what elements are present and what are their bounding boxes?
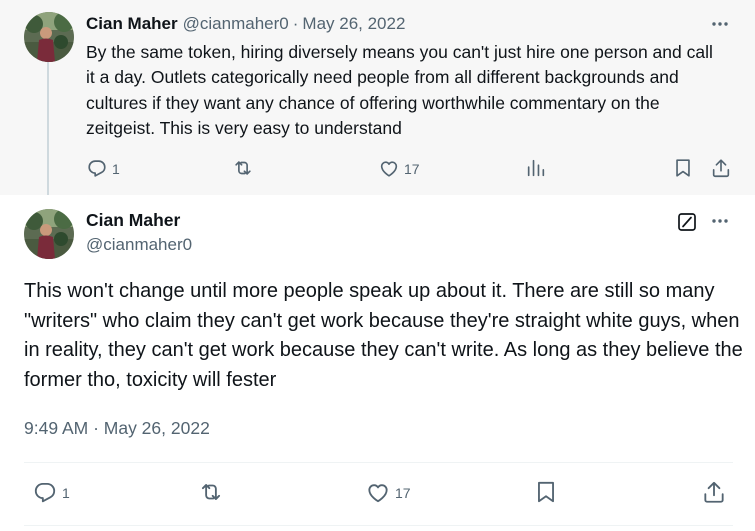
retweet-icon [201,484,221,500]
tweet-text: This won't change until more people spea… [24,280,743,391]
avatar-image [24,209,74,259]
share-icon [704,481,724,503]
author-name[interactable]: Cian Maher [86,14,178,34]
avatar-image [24,12,74,62]
tweet-thread: Cian Maher @cianmaher0 · May 26, 2022 By… [0,0,755,531]
tweet-text: By the same token, hiring diversely mean… [86,42,713,138]
bookmark-button[interactable] [672,153,694,183]
views-icon [527,159,545,177]
retweet-button[interactable] [197,477,229,507]
more-options-button[interactable] [709,210,731,232]
reply-count: 1 [62,485,70,501]
like-count: 17 [404,161,420,177]
retweet-icon [235,161,251,175]
reply-button[interactable]: 1 [32,477,70,507]
parent-tweet[interactable]: Cian Maher @cianmaher0 · May 26, 2022 By… [0,0,755,195]
reply-button[interactable]: 1 [86,153,120,183]
grok-button[interactable] [676,210,698,234]
heart-icon [368,484,388,503]
avatar[interactable] [24,209,74,259]
tweet-action-bar: 1 17 [0,153,755,183]
divider [24,525,733,526]
like-button[interactable]: 17 [378,153,420,183]
reply-count: 1 [112,161,120,177]
views-button[interactable] [525,153,547,183]
like-button[interactable]: 17 [365,477,411,507]
tweet-date[interactable]: May 26, 2022 [302,14,405,34]
bookmark-icon [538,481,554,503]
reply-icon [88,160,106,177]
more-options-icon [712,219,728,223]
like-count: 17 [395,485,411,501]
tweet-header: Cian Maher @cianmaher0 · May 26, 2022 [86,13,405,35]
grok-icon [678,213,696,231]
avatar[interactable] [24,12,74,62]
share-button[interactable] [701,477,727,507]
reply-icon [34,482,56,503]
bookmark-button[interactable] [533,477,559,507]
bookmark-icon [676,159,690,177]
share-button[interactable] [710,153,732,183]
tweet-action-bar: 1 17 [0,477,755,507]
retweet-button[interactable] [231,153,259,183]
separator: · [292,14,299,33]
divider [24,462,733,463]
author-name[interactable]: Cian Maher [86,210,180,231]
tweet-timestamp[interactable]: 9:49 AM · May 26, 2022 [24,418,210,439]
more-options-icon [712,22,728,26]
share-icon [712,159,730,178]
more-options-button[interactable] [709,13,731,35]
heart-icon [380,161,398,177]
author-handle[interactable]: @cianmaher0 [86,235,192,255]
author-handle[interactable]: @cianmaher0 [183,14,289,34]
